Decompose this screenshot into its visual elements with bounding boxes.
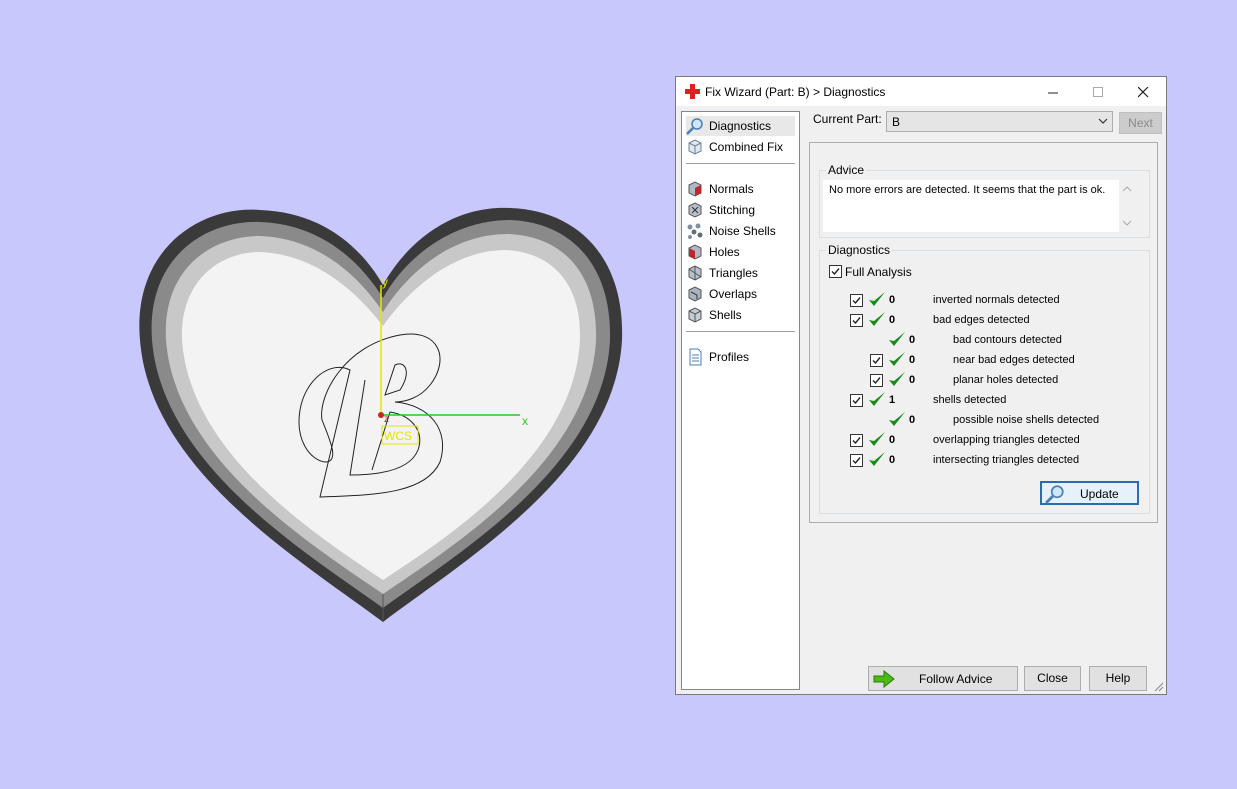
nav-item-noise-shells[interactable]: Noise Shells — [686, 221, 795, 241]
minimize-button[interactable] — [1031, 77, 1076, 106]
nav-item-holes[interactable]: Holes — [686, 242, 795, 262]
triangles-icon — [688, 265, 702, 281]
next-button[interactable]: Next — [1119, 112, 1162, 134]
stitching-icon — [688, 202, 702, 218]
nav-item-stitching[interactable]: Stitching — [686, 200, 795, 220]
nav-item-triangles[interactable]: Triangles — [686, 263, 795, 283]
close-icon — [1137, 86, 1149, 98]
nav-item-label: Holes — [709, 245, 740, 259]
nav-item-label: Profiles — [709, 350, 750, 364]
noise-shells-icon — [687, 223, 703, 239]
help-button[interactable]: Help — [1089, 666, 1147, 691]
nav-item-combined-fix[interactable]: Combined Fix — [686, 137, 795, 157]
magnifier-icon — [686, 118, 703, 135]
axis-z-label: z — [384, 414, 389, 425]
wizard-navigation: Diagnostics Combined Fix Normals Stitchi… — [681, 111, 800, 690]
nav-item-label: Overlaps — [709, 287, 758, 301]
cube-icon — [688, 139, 702, 155]
title-bar[interactable]: Fix Wizard (Part: B) > Diagnostics — [676, 77, 1166, 106]
current-part-value: B — [892, 115, 901, 129]
window-title: Fix Wizard (Part: B) > Diagnostics — [705, 85, 886, 99]
maximize-button[interactable] — [1076, 77, 1121, 106]
nav-item-label: Combined Fix — [709, 140, 784, 154]
current-part-select[interactable]: B — [886, 111, 1113, 132]
minimize-icon — [1048, 92, 1058, 94]
resize-grip-icon[interactable] — [1154, 682, 1164, 692]
follow-advice-label: Follow Advice — [919, 672, 993, 686]
nav-separator — [686, 331, 795, 332]
nav-item-diagnostics[interactable]: Diagnostics — [686, 116, 795, 136]
nav-item-normals[interactable]: Normals — [686, 179, 795, 199]
close-window-button[interactable] — [1121, 77, 1166, 106]
nav-item-label: Shells — [709, 308, 742, 322]
holes-icon — [688, 244, 702, 260]
axis-y-label: y — [382, 275, 388, 289]
axis-x-label: x — [522, 414, 528, 428]
nav-item-shells[interactable]: Shells — [686, 305, 795, 325]
overlaps-icon — [688, 286, 702, 302]
chevron-down-icon — [1098, 118, 1108, 124]
nav-item-label: Triangles — [709, 266, 758, 280]
current-part-label: Current Part: — [813, 112, 882, 126]
nav-item-label: Stitching — [709, 203, 756, 217]
shells-icon — [688, 307, 702, 323]
document-icon — [689, 348, 702, 366]
nav-item-label: Noise Shells — [709, 224, 776, 238]
arrow-right-icon — [873, 670, 895, 688]
nav-item-label: Normals — [709, 182, 754, 196]
red-cross-icon — [685, 84, 700, 99]
content-panel — [809, 142, 1158, 523]
nav-item-profiles[interactable]: Profiles — [686, 347, 795, 367]
wcs-label: WCS — [384, 429, 412, 443]
follow-advice-button[interactable]: Follow Advice — [868, 666, 1018, 691]
normals-icon — [688, 181, 702, 197]
nav-item-label: Diagnostics — [709, 119, 772, 133]
nav-item-overlaps[interactable]: Overlaps — [686, 284, 795, 304]
close-button[interactable]: Close — [1024, 666, 1081, 691]
maximize-icon — [1093, 86, 1103, 97]
nav-separator — [686, 163, 795, 164]
